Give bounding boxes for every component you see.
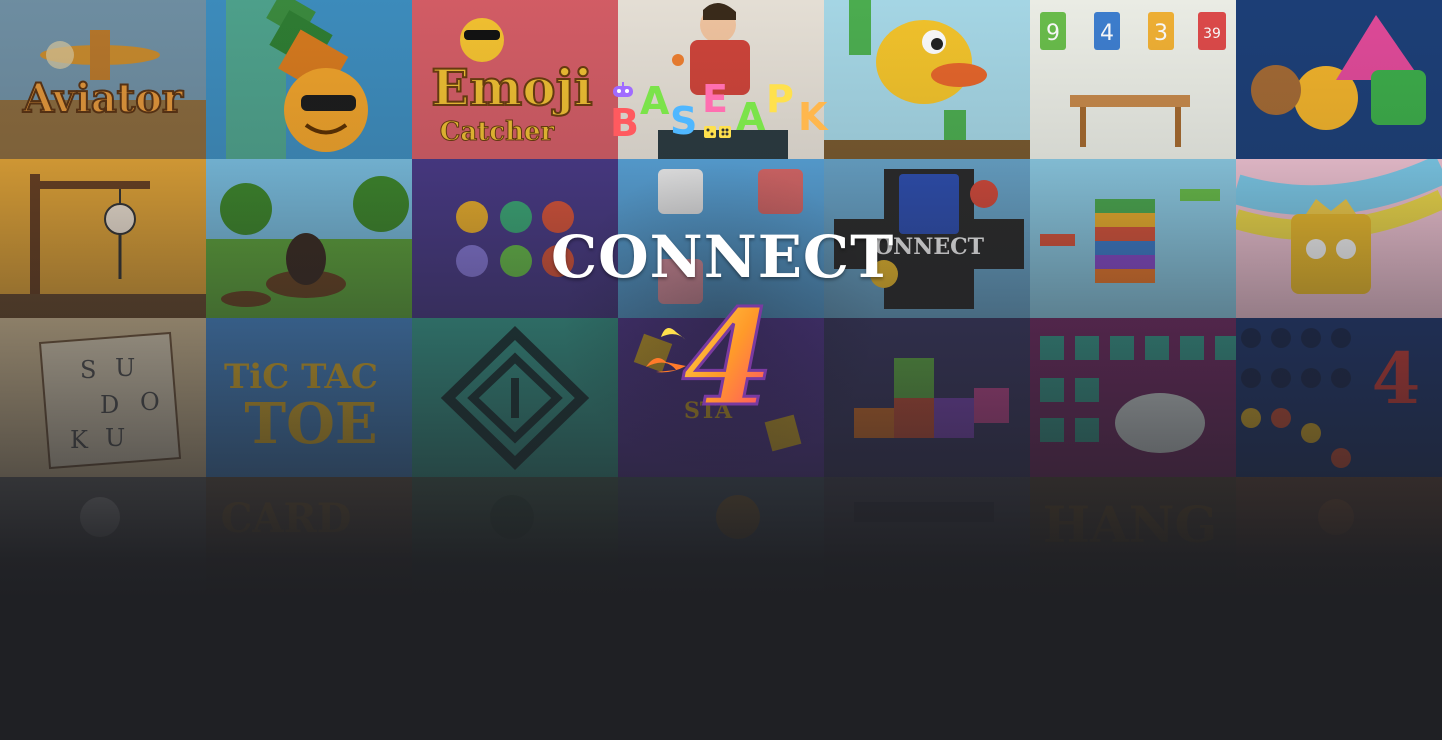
title-number: 4 [682, 292, 774, 420]
game-title: CONNECT [551, 223, 895, 291]
gamepad-icon [613, 82, 633, 97]
logo-letter-6: P [766, 77, 794, 121]
logo-letter-2: A [640, 79, 670, 123]
connect-four-numeral: 4 [646, 292, 775, 420]
logo-letter-4: E [702, 77, 728, 121]
logo-letter-7: K [798, 95, 828, 139]
logo-letter-3: S [670, 99, 698, 143]
site-logo[interactable]: B A S E A P K [606, 76, 836, 148]
logo-letter-1: B [610, 101, 639, 145]
dice-icon [704, 126, 731, 138]
logo-letter-5: A [736, 95, 766, 139]
